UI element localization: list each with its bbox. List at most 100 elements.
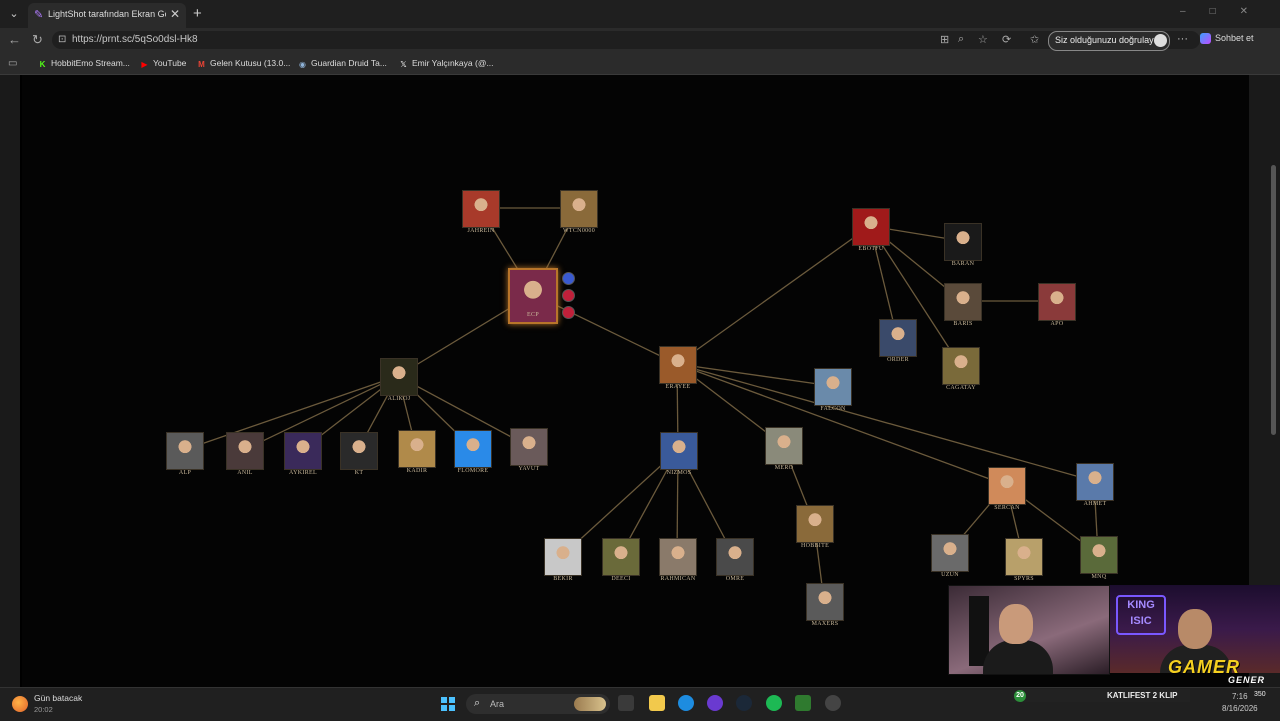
new-tab-icon[interactable]: + — [193, 5, 202, 22]
avatar — [931, 534, 969, 572]
taskbar-search[interactable]: ⌕ Ara — [466, 694, 610, 714]
node-label: OMRE — [725, 576, 745, 582]
site-info-icon[interactable]: ⊡ — [58, 34, 66, 45]
person-body — [983, 640, 1053, 674]
graph-node-nizmos[interactable]: NIZMOS — [660, 432, 698, 478]
clock-time[interactable]: 7:16 — [1232, 692, 1248, 701]
graph-node-ecp[interactable]: ECP — [508, 268, 575, 328]
bookmark-label: Guardian Druid Ta... — [311, 58, 387, 68]
bookmark-item-x[interactable]: 𝕏 Emir Yalçınkaya (@... — [399, 58, 493, 69]
tab-close-icon[interactable]: ✕ — [170, 7, 180, 21]
weather-icon[interactable] — [12, 696, 28, 712]
graph-node-apo[interactable]: APO — [1038, 283, 1076, 329]
graph-node-maxers[interactable]: MAXERS — [806, 583, 844, 629]
graph-node-alikoj[interactable]: ALIKOJ — [380, 358, 418, 404]
avatar — [462, 190, 500, 228]
graph-node-eray[interactable]: ERAYEE — [659, 346, 697, 392]
back-icon[interactable]: ← — [8, 32, 21, 47]
favorites-icon[interactable]: ✩ — [1030, 33, 1039, 46]
steam-icon[interactable] — [736, 695, 752, 711]
tab-actions-menu-icon[interactable]: ⌄ — [6, 6, 22, 22]
avatar — [806, 583, 844, 621]
graph-node-alp[interactable]: ALP — [166, 432, 204, 478]
graph-node-spyrs[interactable]: SPYRS — [1005, 538, 1043, 584]
edge-browser-icon[interactable] — [678, 695, 694, 711]
graph-node-baris[interactable]: BARIS — [944, 283, 982, 329]
profile-verify-button[interactable]: Siz olduğunuzu doğrulayın — [1048, 31, 1170, 51]
avatar — [944, 283, 982, 321]
graph-node-omre[interactable]: OMRE — [716, 538, 754, 584]
node-label: HOBBITE — [800, 543, 830, 549]
node-label: ORDER — [887, 357, 909, 363]
bookmark-item-gmail[interactable]: M Gelen Kutusu (13.0... — [197, 58, 290, 69]
avatar — [716, 538, 754, 576]
person-head — [1178, 609, 1212, 649]
discord-icon[interactable] — [707, 695, 723, 711]
extensions-icon[interactable]: ⟳ — [1002, 33, 1011, 46]
app-icon[interactable] — [825, 695, 841, 711]
graph-node-yavut[interactable]: YAVUT — [510, 428, 548, 474]
windows-start-icon[interactable] — [441, 697, 455, 711]
avatar — [560, 190, 598, 228]
graph-node-ahmet[interactable]: AHMET — [1076, 463, 1114, 509]
graph-node-falcon[interactable]: FALCON — [814, 368, 852, 414]
more-options-icon[interactable]: ··· — [1177, 33, 1188, 45]
favorite-star-icon[interactable]: ☆ — [978, 33, 988, 46]
graph-node-deeci[interactable]: DEECI — [602, 538, 640, 584]
window-controls[interactable]: –□✕ — [1180, 6, 1272, 17]
copilot-button[interactable]: Sohbet et — [1200, 33, 1254, 45]
zoom-icon[interactable]: ⌕ — [958, 33, 964, 46]
graph-node-kadir[interactable]: KADIR — [398, 430, 436, 476]
active-tab[interactable]: ✎ LightShot tarafından Ekran Görüntüsü ✕ — [28, 3, 186, 28]
file-explorer-icon[interactable] — [649, 695, 665, 711]
task-view-icon[interactable] — [618, 695, 634, 711]
graph-node-mero[interactable]: MERO — [765, 427, 803, 473]
graph-node-order[interactable]: ORDER — [879, 319, 917, 365]
graph-node-aykirel[interactable]: AYKIREL — [284, 432, 322, 478]
avatar — [765, 427, 803, 465]
graph-node-sercan[interactable]: SERCAN — [988, 467, 1026, 513]
address-bar[interactable]: ⊡ https://prnt.sc/5qSo0dsl-Hk8 ⊞ ⌕ ☆ ⟳ ✩ — [52, 31, 1200, 49]
node-action-badge[interactable] — [562, 306, 575, 319]
url-text[interactable]: https://prnt.sc/5qSo0dsl-Hk8 — [72, 34, 198, 45]
graph-node-flomore[interactable]: FLOMORE — [454, 430, 492, 476]
graph-node-cagatay[interactable]: CAGATAY — [942, 347, 980, 393]
refresh-icon[interactable]: ↻ — [32, 32, 43, 48]
graph-node-jahrein[interactable]: JAHREIN — [462, 190, 500, 236]
bookmark-item-youtube[interactable]: ▶ YouTube — [140, 58, 186, 69]
graph-node-hobbit[interactable]: HOBBITE — [796, 505, 834, 551]
obs-terminal-icon[interactable] — [795, 695, 811, 711]
graph-node-ebotfu[interactable]: EBOTFU — [852, 208, 890, 254]
avatar — [602, 538, 640, 576]
bookmark-item-guardian[interactable]: ◉ Guardian Druid Ta... — [298, 58, 387, 69]
bookmarks-toggle-icon[interactable]: ▭ — [8, 58, 17, 69]
graph-node-mnq[interactable]: MNQ — [1080, 536, 1118, 582]
avatar — [166, 432, 204, 470]
bookmark-item-kick[interactable]: K HobbitEmo Stream... — [38, 58, 130, 69]
graph-node-anil[interactable]: ANIL — [226, 432, 264, 478]
graph-node-rahmican[interactable]: RAHMICAN — [659, 538, 697, 584]
weather-title[interactable]: Gün batacak — [34, 693, 82, 703]
scrollbar-thumb[interactable] — [1271, 165, 1276, 435]
node-label: EBOTFU — [858, 246, 884, 252]
avatar — [942, 347, 980, 385]
node-action-badge[interactable] — [562, 272, 575, 285]
graph-node-baran[interactable]: BARAN — [944, 223, 982, 269]
node-label: BARIS — [953, 321, 973, 327]
clock-date[interactable]: 8/16/2026 — [1222, 704, 1258, 713]
graph-node-bekir[interactable]: BEKIR — [544, 538, 582, 584]
clip-count-badge: 20 — [1014, 690, 1026, 702]
avatar — [1076, 463, 1114, 501]
gmail-icon: M — [198, 60, 205, 69]
browser-titlebar: ⌄ ✎ LightShot tarafından Ekran Görüntüsü… — [0, 0, 1280, 28]
node-label: FALCON — [820, 406, 846, 412]
graph-node-kt[interactable]: KT — [340, 432, 378, 478]
viewer-count: 350 — [1254, 691, 1266, 698]
graph-edge-eray-falcon — [676, 363, 833, 387]
spotify-icon[interactable] — [766, 695, 782, 711]
node-action-badge[interactable] — [562, 289, 575, 302]
bookmark-label: Gelen Kutusu (13.0... — [210, 58, 291, 68]
graph-node-wtcn[interactable]: WTCN0000 — [560, 190, 598, 236]
app-available-icon[interactable]: ⊞ — [940, 33, 949, 46]
graph-node-uzun[interactable]: UZUN — [931, 534, 969, 580]
